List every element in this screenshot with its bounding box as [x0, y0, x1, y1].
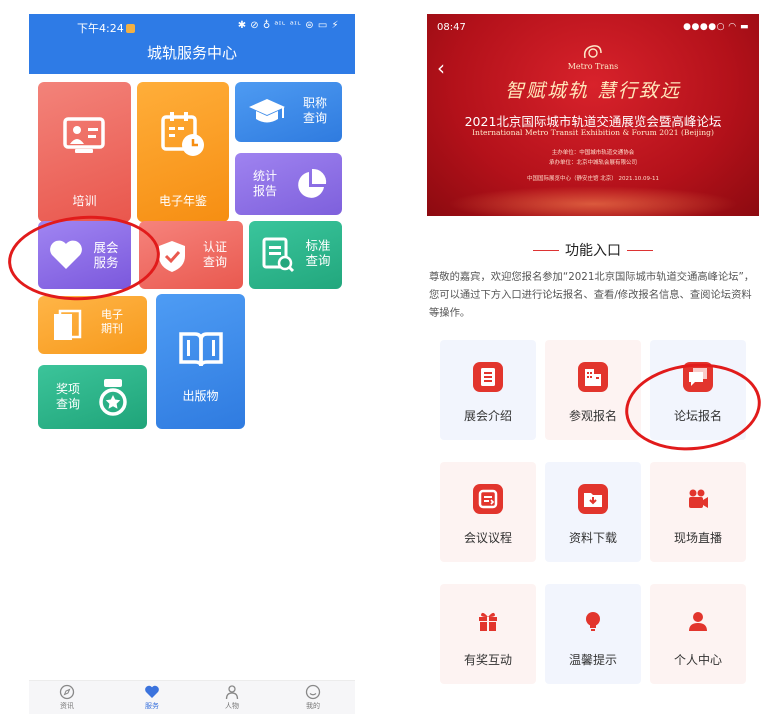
search-document-icon	[262, 237, 295, 273]
bottom-navigation: 资讯 服务 人物 我的	[29, 680, 355, 714]
feature-exhibition-intro[interactable]: 展会介绍	[440, 340, 536, 440]
download-folder-icon	[578, 484, 608, 514]
feature-label: 温馨提示	[568, 653, 617, 667]
gift-icon	[473, 606, 503, 636]
nav-people[interactable]: 人物	[212, 684, 252, 711]
feature-label: 个人中心	[673, 653, 722, 667]
tile-standard-query[interactable]: 标准 查询	[249, 221, 342, 289]
feature-label: 会议议程	[463, 531, 512, 545]
document-icon	[473, 362, 503, 392]
heart-icon	[50, 240, 82, 269]
feature-friendly-tips[interactable]: 温馨提示	[545, 584, 641, 684]
nav-mine[interactable]: 我的	[293, 684, 333, 711]
calendar-clock-icon	[161, 112, 204, 156]
tile-training[interactable]: 培训	[38, 82, 131, 222]
agenda-icon	[473, 484, 503, 514]
user-icon	[683, 606, 713, 636]
nav-news-label: 资讯	[60, 702, 74, 710]
tile-certification-query[interactable]: 认证 查询	[139, 221, 243, 289]
intro-text: 尊敬的嘉宾，欢迎您报名参加“2021北京国际城市轨道交通高峰论坛”，您可以通过下…	[429, 271, 755, 319]
page-title: 城轨服务中心	[146, 44, 237, 62]
feature-meeting-agenda[interactable]: 会议议程	[440, 462, 536, 562]
status-bar-time: 下午4:24	[77, 20, 135, 36]
banner-glow	[447, 186, 739, 216]
presentation-board-icon	[63, 117, 105, 153]
graduation-cap-icon	[249, 99, 285, 123]
forum-screen: 08:47 ●●●●○ ◠ ▬ ‹ Metro Trans 智赋城轨 慧行致远 …	[427, 14, 759, 714]
lightbulb-icon	[578, 606, 608, 636]
tile-yearbook[interactable]: 电子年鉴	[137, 82, 229, 222]
chat-bubble-icon	[683, 362, 713, 392]
tile-title-query[interactable]: 职称 查询	[235, 82, 342, 142]
open-book-icon	[179, 332, 223, 367]
tile-title-query-label: 职称 查询	[302, 96, 327, 125]
tile-statistics-report-label: 统计 报告	[252, 169, 277, 198]
organizer: 主办单位：中国城市轨道交通协会	[551, 150, 635, 156]
logo-text: Metro Trans	[567, 62, 619, 71]
tile-e-journal[interactable]: 电子 期刊	[38, 296, 147, 354]
feature-prize-interaction[interactable]: 有奖互动	[440, 584, 536, 684]
tile-e-journal-label: 电子 期刊	[101, 308, 123, 335]
nav-news[interactable]: 资讯	[47, 684, 87, 711]
pie-chart-icon	[298, 168, 327, 198]
feature-label: 资料下载	[568, 531, 617, 545]
compass-icon	[59, 684, 75, 700]
feature-visit-registration[interactable]: 参观报名	[545, 340, 641, 440]
nav-services[interactable]: 服务	[132, 684, 172, 711]
feature-live-stream[interactable]: 现场直播	[650, 462, 746, 562]
status-bar-time: 08:47	[437, 22, 466, 33]
tile-training-label: 培训	[72, 194, 97, 208]
app-header: 下午4:24 ✱ ⊘ ♁ ᵃᶦᶫ ᵃᶦᶫ ⊜ ▭ ⚡ 城轨服务中心	[29, 14, 355, 74]
feature-label: 论坛报名	[673, 409, 722, 423]
shield-check-icon	[159, 241, 185, 272]
feature-label: 参观报名	[568, 409, 617, 423]
tile-exhibition-service-label: 展会 服务	[93, 240, 119, 270]
feature-personal-center[interactable]: 个人中心	[650, 584, 746, 684]
medal-icon	[99, 379, 127, 416]
heart-icon	[145, 685, 159, 698]
nav-mine-label: 我的	[306, 702, 320, 710]
forum-banner: 08:47 ●●●●○ ◠ ▬ ‹ Metro Trans 智赋城轨 慧行致远 …	[427, 14, 759, 216]
status-bar-indicators: ✱ ⊘ ♁ ᵃᶦᶫ ᵃᶦᶫ ⊜ ▭ ⚡	[237, 20, 339, 31]
feature-label: 有奖互动	[463, 653, 512, 667]
tile-certification-query-label: 认证 查询	[202, 240, 227, 269]
feature-label: 现场直播	[673, 531, 722, 545]
feature-forum-registration[interactable]: 论坛报名	[650, 340, 746, 440]
tile-exhibition-service[interactable]: 展会 服务	[38, 221, 131, 289]
video-camera-icon	[683, 484, 713, 514]
nav-people-label: 人物	[225, 702, 239, 710]
tile-award-query-label: 奖项 查询	[55, 382, 80, 411]
nav-services-label: 服务	[145, 702, 159, 710]
service-center-screen: 下午4:24 ✱ ⊘ ♁ ᵃᶦᶫ ᵃᶦᶫ ⊜ ▭ ⚡ 城轨服务中心 培训 电子年…	[29, 14, 355, 714]
tile-yearbook-label: 电子年鉴	[158, 194, 207, 208]
section-title: 功能入口	[427, 240, 759, 260]
tile-award-query[interactable]: 奖项 查询	[38, 365, 147, 429]
building-icon	[578, 362, 608, 392]
tile-statistics-report[interactable]: 统计 报告	[235, 153, 342, 215]
metro-trans-logo	[583, 45, 602, 59]
journal-icon	[54, 309, 82, 340]
venue-date: 中国国际展览中心（静安庄馆 北京） 2021.10.09-11	[527, 176, 659, 182]
tile-publications-label: 出版物	[182, 389, 219, 403]
tile-publications[interactable]: 出版物	[156, 294, 245, 429]
notification-icon	[125, 24, 135, 33]
feature-material-download[interactable]: 资料下载	[545, 462, 641, 562]
status-bar-indicators: ●●●●○ ◠ ▬	[683, 22, 749, 32]
person-icon	[225, 685, 239, 700]
feature-label: 展会介绍	[463, 409, 512, 423]
co-organizer: 承办单位：北京中城轨会展有限公司	[548, 160, 637, 166]
smile-icon	[305, 684, 321, 700]
banner-slogan: 智赋城轨 慧行致远	[504, 80, 682, 102]
forum-title-en: International Metro Transit Exhibition &…	[472, 128, 714, 137]
tile-standard-query-label: 标准 查询	[305, 238, 331, 268]
